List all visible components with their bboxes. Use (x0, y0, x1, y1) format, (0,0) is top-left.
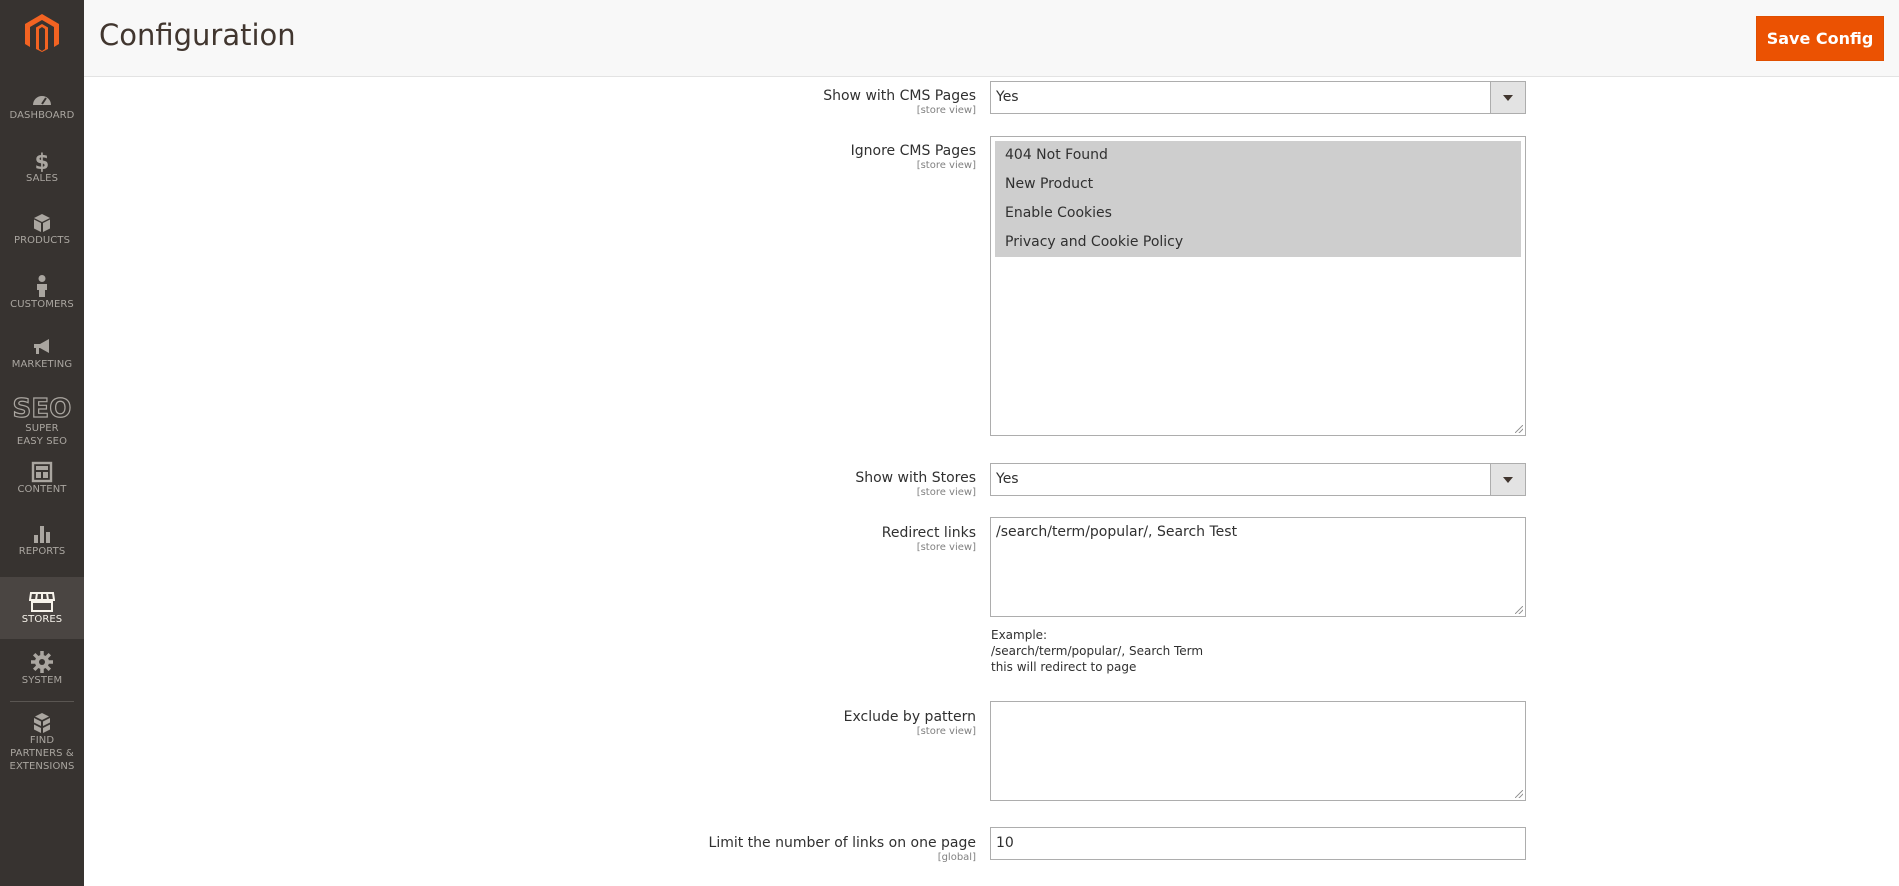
dollar-icon: $ (35, 150, 50, 172)
resize-handle[interactable] (1515, 790, 1523, 798)
scope-label: [store view] (916, 542, 976, 553)
sidebar-item-sales[interactable]: $ SALES (0, 150, 84, 212)
sidebar-item-label: DASHBOARD (9, 110, 75, 121)
show-cms-pages-select[interactable]: Yes (990, 81, 1526, 114)
redirect-links-textarea[interactable]: /search/term/popular/, Search Test (990, 517, 1526, 617)
multiselect-option[interactable]: 404 Not Found (995, 141, 1521, 170)
sidebar-item-products[interactable]: PRODUCTS (0, 212, 84, 274)
magento-logo[interactable] (21, 12, 63, 54)
save-config-button[interactable]: Save Config (1756, 16, 1884, 61)
exclude-pattern-label: Exclude by pattern [store view] (844, 709, 976, 738)
bar-chart-icon (34, 526, 50, 543)
note-line: /search/term/popular/, Search Term (991, 644, 1204, 658)
ignore-cms-pages-multiselect[interactable]: 404 Not Found New Product Enable Cookies… (990, 136, 1526, 436)
dropdown-toggle[interactable] (1490, 464, 1525, 495)
sidebar-item-label: CUSTOMERS (10, 299, 74, 310)
sidebar-divider (10, 701, 74, 702)
sidebar-item-label: REPORTS (18, 546, 66, 557)
scope-label: [store view] (916, 487, 976, 498)
sidebar-item-dashboard[interactable]: DASHBOARD (0, 89, 84, 151)
sidebar-item-content[interactable]: CONTENT (0, 461, 84, 523)
chevron-down-icon (1503, 477, 1513, 483)
sidebar-item-label: FIND PARTNERS & EXTENSIONS (9, 735, 75, 772)
svg-text:$: $ (35, 150, 50, 172)
page-title: Configuration (99, 18, 296, 52)
multiselect-option[interactable]: Enable Cookies (995, 199, 1521, 228)
sidebar-item-label: STORES (21, 614, 63, 625)
sidebar-item-system[interactable]: SYSTEM (0, 650, 84, 712)
scope-label: [store view] (916, 726, 976, 737)
layout-icon (31, 461, 53, 483)
sidebar-item-label: CONTENT (17, 484, 67, 495)
field-label: Show with CMS Pages (823, 88, 976, 104)
textarea-value: /search/term/popular/, Search Test (996, 524, 1238, 540)
gear-icon (31, 651, 53, 673)
sidebar-item-marketing[interactable]: MARKETING (0, 336, 84, 398)
sidebar-item-customers[interactable]: CUSTOMERS (0, 274, 84, 336)
megaphone-icon (34, 339, 49, 354)
box-icon (34, 214, 50, 232)
sidebar-item-label: SYSTEM (21, 675, 63, 686)
sidebar-item-stores[interactable]: STORES (0, 577, 84, 639)
multiselect-option[interactable]: New Product (995, 170, 1521, 199)
input-value: 10 (996, 835, 1014, 851)
resize-handle[interactable] (1515, 425, 1523, 433)
scope-label: [global] (937, 852, 976, 863)
field-label: Limit the number of links on one page (708, 835, 976, 851)
scope-label: [store view] (916, 160, 976, 171)
page-header: Configuration Save Config (84, 0, 1899, 77)
svg-text:SEO: SEO (13, 394, 72, 422)
redirect-links-label: Redirect links [store view] (882, 525, 976, 554)
seo-icon: SEO (12, 394, 72, 422)
sidebar-item-label: SALES (25, 173, 59, 184)
dashboard-icon (33, 96, 51, 105)
sidebar-item-label: PRODUCTS (13, 235, 71, 246)
exclude-pattern-textarea[interactable] (990, 701, 1526, 801)
sidebar-item-label: MARKETING (11, 359, 73, 370)
ignore-cms-pages-label: Ignore CMS Pages [store view] (851, 143, 976, 172)
sidebar-item-find-partners[interactable]: FIND PARTNERS & EXTENSIONS (0, 712, 84, 778)
field-label: Redirect links (881, 525, 976, 541)
dropdown-toggle[interactable] (1490, 82, 1525, 113)
limit-links-input[interactable]: 10 (990, 827, 1526, 860)
note-line: Example: (991, 628, 1048, 642)
note-line: this will redirect to page (991, 660, 1137, 674)
store-icon (29, 592, 55, 612)
chevron-down-icon (1503, 95, 1513, 101)
limit-links-label: Limit the number of links on one page [g… (709, 835, 976, 864)
show-cms-pages-label: Show with CMS Pages [store view] (823, 88, 976, 117)
multiselect-option[interactable]: Privacy and Cookie Policy (995, 228, 1521, 257)
selected-value: Yes (996, 471, 1019, 487)
sidebar-item-label: SUPER EASY SEO (16, 423, 68, 447)
cubes-icon (34, 713, 50, 733)
person-icon (37, 275, 47, 297)
field-label: Ignore CMS Pages (850, 143, 976, 159)
selected-value: Yes (996, 89, 1019, 105)
admin-sidebar: DASHBOARD $ SALES PRODUCTS CUSTOMERS MAR… (0, 0, 84, 886)
show-stores-label: Show with Stores [store view] (855, 470, 976, 499)
resize-handle[interactable] (1515, 606, 1523, 614)
sidebar-item-reports[interactable]: REPORTS (0, 523, 84, 585)
redirect-links-note: Example: /search/term/popular/, Search T… (991, 627, 1203, 675)
field-label: Exclude by pattern (843, 709, 976, 725)
scope-label: [store view] (916, 105, 976, 116)
field-label: Show with Stores (855, 470, 976, 486)
sidebar-item-super-easy-seo[interactable]: SEO SUPER EASY SEO (0, 394, 84, 450)
show-stores-select[interactable]: Yes (990, 463, 1526, 496)
